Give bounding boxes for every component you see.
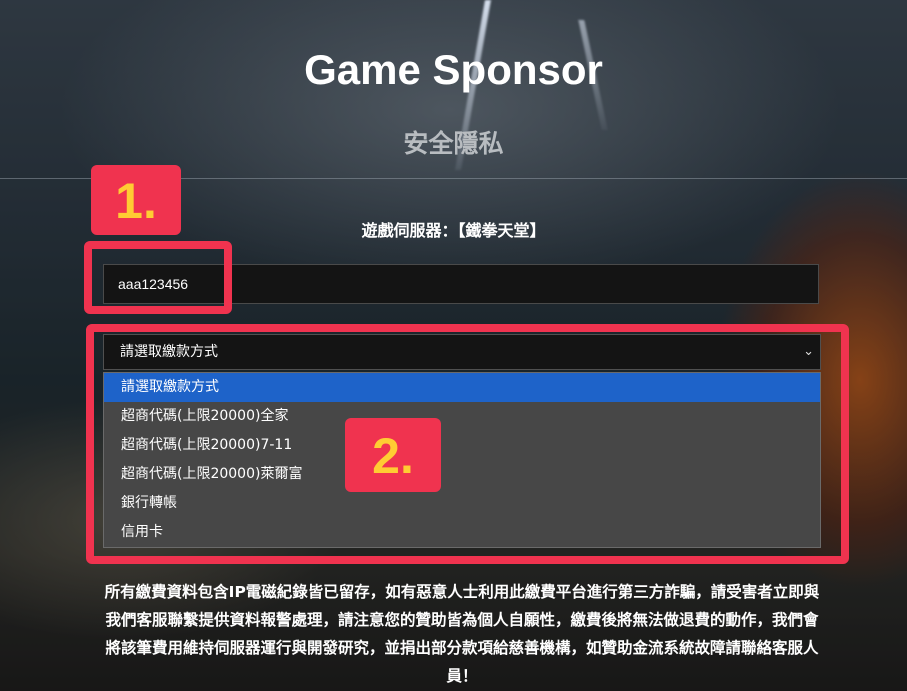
- annotation-step-2: 2.: [345, 418, 441, 492]
- annotation-box-2: [86, 324, 849, 564]
- page-subtitle: 安全隱私: [403, 129, 504, 158]
- annotation-step-1: 1.: [91, 165, 181, 235]
- page-title: Game Sponsor: [304, 46, 603, 93]
- annotation-box-1: [84, 241, 232, 314]
- notice-text: 所有繳費資料包含IP電磁紀錄皆已留存，如有惡意人士利用此繳費平台進行第三方詐騙，…: [104, 583, 820, 685]
